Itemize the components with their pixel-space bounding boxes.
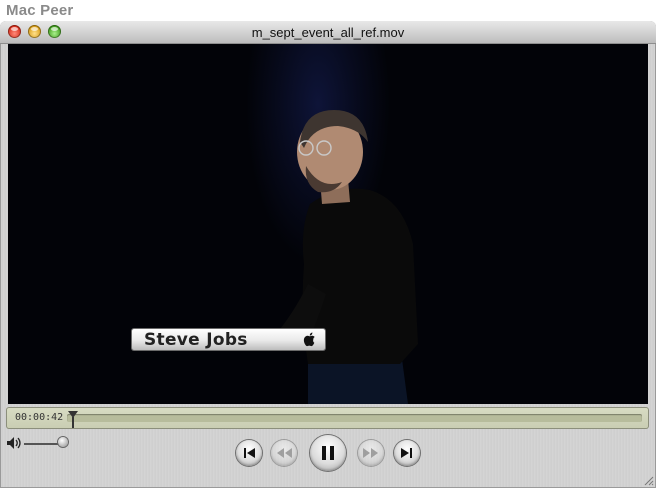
timecode-display: 00:00:42 — [15, 412, 64, 423]
title-bar[interactable]: m_sept_event_all_ref.mov — [0, 21, 656, 44]
pause-icon — [322, 446, 334, 460]
video-frame[interactable]: Steve Jobs — [8, 44, 648, 404]
volume-slider-knob[interactable] — [58, 437, 68, 447]
skip-to-start-icon — [244, 448, 255, 458]
playhead-handle[interactable] — [68, 411, 78, 428]
site-label: Mac Peer — [6, 2, 74, 19]
rewind-button[interactable] — [271, 440, 297, 466]
pause-button[interactable] — [310, 435, 346, 471]
presenter-image — [256, 110, 418, 404]
go-to-start-button[interactable] — [236, 440, 262, 466]
speaker-icon — [7, 437, 21, 449]
speaker-name: Steve Jobs — [144, 330, 248, 350]
progress-track[interactable] — [67, 414, 642, 422]
volume-slider-track[interactable] — [24, 443, 62, 445]
window-title: m_sept_event_all_ref.mov — [251, 25, 405, 40]
resize-grip-icon[interactable] — [642, 474, 654, 486]
go-to-end-button[interactable] — [394, 440, 420, 466]
fast-forward-icon — [363, 448, 378, 458]
fast-forward-button[interactable] — [358, 440, 384, 466]
quicktime-window: m_sept_event_all_ref.mov Steve Jobs 00:0… — [0, 21, 656, 488]
lower-third-caption: Steve Jobs — [132, 329, 325, 350]
rewind-icon — [277, 448, 292, 458]
apple-logo-icon — [303, 332, 315, 347]
time-scrubber[interactable]: 00:00:42 — [6, 407, 649, 429]
skip-to-end-icon — [401, 448, 412, 458]
